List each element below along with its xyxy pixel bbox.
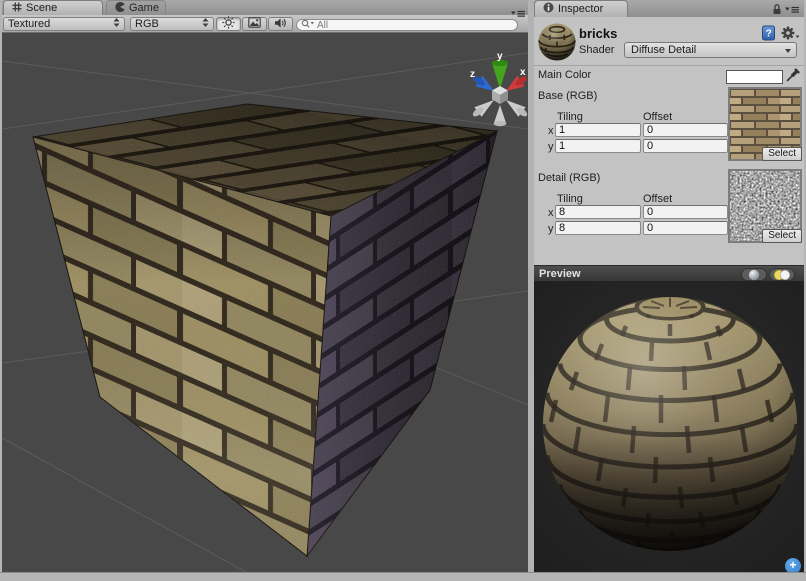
base-x-label: x	[548, 125, 554, 137]
detail-offset-header: Offset	[643, 193, 672, 205]
pane-menu-icon[interactable]	[785, 5, 800, 17]
skybox-toggle-button[interactable]	[242, 17, 267, 31]
chevron-down-icon	[785, 49, 791, 53]
shader-value: Diffuse Detail	[631, 44, 696, 56]
inspector-tabbar: Inspector	[534, 0, 804, 17]
base-tiling-y-field[interactable]	[555, 139, 641, 153]
detail-select-button[interactable]: Select	[762, 229, 802, 243]
detail-tiling-header: Tiling	[557, 193, 583, 205]
scene-toolbar: Textured RGB	[2, 15, 528, 33]
scene-pane: Scene Game Textured	[2, 0, 528, 572]
tab-scene[interactable]: Scene	[3, 0, 103, 15]
search-field[interactable]: All	[296, 19, 518, 31]
window-border-left	[0, 0, 2, 581]
detail-texture-thumbnail[interactable]: Select	[728, 169, 802, 243]
gear-icon[interactable]	[781, 26, 800, 43]
gizmo-z-label: z	[470, 69, 475, 80]
detail-y-label: y	[548, 223, 554, 235]
channel-mode-dropdown[interactable]: RGB	[130, 17, 214, 31]
gizmo-z-axis	[472, 75, 494, 91]
search-icon	[301, 19, 315, 32]
tab-scene-label: Scene	[26, 2, 57, 14]
tab-inspector-label: Inspector	[558, 3, 603, 15]
base-tiling-header: Tiling	[557, 111, 583, 123]
scene-tabbar: Scene Game	[2, 0, 528, 15]
material-preview-viewport[interactable]: +	[534, 282, 804, 572]
detail-tiling-y-field[interactable]	[555, 221, 641, 235]
preview-light-button[interactable]	[769, 268, 795, 281]
info-icon	[543, 2, 554, 16]
base-offset-x-field[interactable]	[643, 123, 728, 137]
main-color-label: Main Color	[538, 69, 591, 81]
unity-editor-window: Scene Game Textured	[0, 0, 806, 581]
material-preview-thumb	[537, 21, 577, 64]
image-icon	[248, 17, 261, 31]
plus-icon[interactable]: +	[785, 558, 801, 572]
game-icon	[115, 2, 125, 15]
search-value: All	[317, 20, 328, 31]
material-inspector: bricks Shader Diffuse Detail ?	[534, 17, 804, 265]
render-mode-value: Textured	[8, 18, 113, 30]
main-color-swatch[interactable]	[726, 70, 783, 84]
preview-title: Preview	[539, 268, 581, 280]
audio-icon	[274, 17, 287, 32]
tab-game-label: Game	[129, 2, 159, 14]
sphere-icon	[748, 269, 760, 281]
channel-mode-value: RGB	[135, 18, 202, 30]
base-y-label: y	[548, 141, 554, 153]
window-border-bottom	[0, 572, 806, 581]
updown-arrows-icon	[202, 17, 209, 31]
detail-tiling-x-field[interactable]	[555, 205, 641, 219]
eyedropper-icon[interactable]	[786, 68, 800, 85]
pane-divider[interactable]	[528, 0, 534, 572]
base-tiling-x-field[interactable]	[555, 123, 641, 137]
updown-arrows-icon	[113, 17, 120, 31]
gizmo-x-label: x	[520, 67, 526, 78]
scene-3d-render: y x z	[2, 33, 528, 572]
base-offset-header: Offset	[643, 111, 672, 123]
gizmo-y-label: y	[497, 51, 503, 62]
base-offset-y-field[interactable]	[643, 139, 728, 153]
gizmo-y-axis	[492, 60, 508, 89]
render-mode-dropdown[interactable]: Textured	[3, 17, 125, 31]
pane-menu-icon[interactable]	[511, 9, 526, 21]
lock-icon[interactable]	[772, 3, 782, 18]
lighting-toggle-button[interactable]	[216, 17, 241, 31]
help-icon[interactable]: ?	[761, 25, 777, 44]
detail-offset-y-field[interactable]	[643, 221, 728, 235]
axis-gizmo[interactable]: y x z	[470, 51, 528, 126]
base-section-title: Base (RGB)	[538, 90, 597, 102]
shader-dropdown[interactable]: Diffuse Detail	[624, 42, 797, 58]
base-texture-thumbnail[interactable]: Select	[728, 87, 802, 161]
detail-x-label: x	[548, 207, 554, 219]
svg-text:?: ?	[766, 29, 772, 40]
material-name: bricks	[579, 26, 617, 41]
grid-icon	[12, 2, 22, 15]
preview-sphere-render	[534, 282, 804, 572]
inspector-pane: Inspector	[534, 0, 804, 572]
light-toggle-icon	[773, 269, 791, 281]
preview-shape-button[interactable]	[741, 268, 767, 281]
detail-offset-x-field[interactable]	[643, 205, 728, 219]
gizmo-center-cube	[492, 86, 508, 104]
scene-viewport[interactable]: y x z	[2, 33, 528, 572]
tab-inspector[interactable]: Inspector	[534, 0, 628, 17]
base-select-button[interactable]: Select	[762, 147, 802, 161]
tab-game[interactable]: Game	[106, 0, 166, 15]
sun-icon	[222, 16, 235, 32]
audio-toggle-button[interactable]	[268, 17, 293, 31]
preview-header[interactable]: Preview	[534, 265, 804, 282]
detail-section-title: Detail (RGB)	[538, 172, 600, 184]
shader-label: Shader	[579, 44, 614, 56]
